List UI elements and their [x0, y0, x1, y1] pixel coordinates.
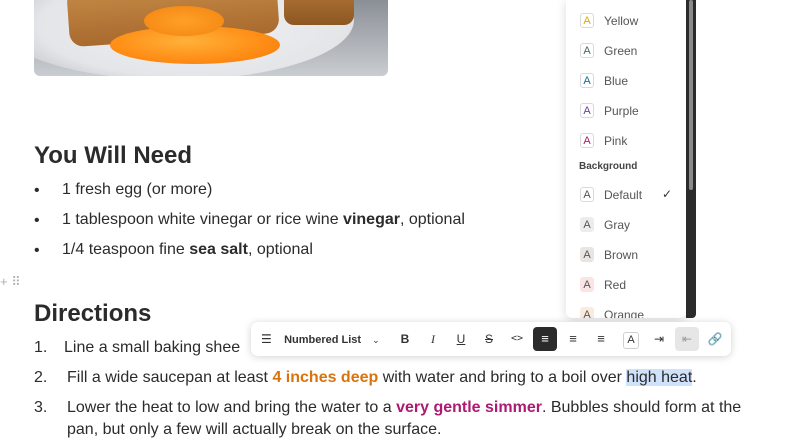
bullet-icon: • [34, 242, 40, 259]
bold-button[interactable]: B [393, 327, 417, 351]
list-item-text: Fill a wide saucepan at least [67, 369, 273, 386]
formatting-toolbar: ☰ Numbered List ⌄ B I U S <> ≡ ≡ ≡ A ⇥ ⇤… [251, 322, 731, 356]
menu-item-text-blue[interactable]: A Blue [566, 66, 686, 96]
list-item-text-suffix: , optional [247, 241, 313, 258]
block-drag-handle[interactable]: + ⠿ [0, 274, 21, 290]
block-type-label: Numbered List [284, 334, 362, 346]
list-item-text: Lower the heat to low and bring the wate… [67, 399, 397, 416]
list-item-text: 1 fresh egg (or more) [62, 181, 213, 198]
align-right-button[interactable]: ≡ [589, 327, 613, 351]
list-item-text-suffix: , optional [399, 211, 465, 228]
menu-scrollbar-thumb[interactable] [689, 0, 693, 190]
list-number: 3. [34, 399, 48, 416]
list-item-text-suffix: . Bubbles should form at the [541, 399, 742, 416]
color-swatch: A [580, 187, 594, 202]
menu-item-text-green[interactable]: A Green [566, 36, 686, 66]
numbered-list-icon: ☰ [261, 332, 272, 346]
underline-button[interactable]: U [449, 327, 473, 351]
menu-item-label: Brown [604, 248, 639, 262]
menu-item-label: Pink [604, 134, 628, 148]
align-left-icon: ≡ [541, 331, 549, 346]
menu-item-label: Yellow [604, 14, 639, 28]
list-item: 2. Fill a wide saucepan at least 4 inche… [34, 369, 774, 391]
menu-item-bg-gray[interactable]: A Gray [566, 210, 686, 240]
align-center-button[interactable]: ≡ [561, 327, 585, 351]
color-swatch: A [580, 217, 594, 232]
indent-icon: ⇥ [653, 332, 665, 346]
menu-item-bg-brown[interactable]: A Brown [566, 240, 686, 270]
color-swatch: A [580, 103, 594, 118]
menu-item-label: Orange [604, 308, 645, 318]
menu-item-text-pink[interactable]: A Pink [566, 126, 686, 156]
chevron-down-icon: ⌄ [372, 335, 380, 345]
bullet-icon: • [34, 182, 40, 199]
color-swatch: A [580, 247, 594, 262]
link-icon: 🔗 [707, 332, 723, 346]
list-number: 2. [34, 369, 48, 386]
list-item-text-suffix: . [692, 369, 697, 386]
strikethrough-button[interactable]: S [477, 327, 501, 351]
indent-button[interactable]: ⇥ [647, 327, 671, 351]
align-left-button[interactable]: ≡ [533, 327, 557, 351]
section-heading-you-will-need: You Will Need [34, 142, 193, 169]
list-item-text: 1/4 teaspoon fine [62, 241, 190, 258]
list-item-bold-text: sea salt [189, 241, 248, 258]
align-center-icon: ≡ [569, 331, 577, 346]
menu-item-bg-orange[interactable]: A Orange [566, 300, 686, 318]
text-color-icon: A [623, 332, 639, 349]
food-photo [34, 0, 388, 76]
list-item: 3. Lower the heat to low and bring the w… [34, 399, 790, 443]
menu-item-bg-default[interactable]: A Default ✓ [566, 180, 686, 210]
selected-text[interactable]: high heat [626, 369, 693, 386]
list-number: 1. [34, 339, 48, 356]
block-type-dropdown[interactable]: ☰ Numbered List ⌄ [261, 327, 380, 351]
list-item-text: 1 tablespoon white vinegar or rice wine [62, 211, 344, 228]
color-swatch: A [580, 73, 594, 88]
list-item-bold-text: vinegar [343, 211, 400, 228]
align-right-icon: ≡ [597, 331, 605, 346]
menu-item-bg-red[interactable]: A Red [566, 270, 686, 300]
checkmark-icon: ✓ [662, 187, 673, 201]
purple-highlight-text: very gentle simmer [396, 399, 542, 416]
color-menu: A Yellow A Green A Blue A Purple A Pink … [566, 0, 686, 318]
menu-item-label: Green [604, 44, 638, 58]
menu-section-heading: Background [579, 161, 638, 172]
list-item-text: Line a small baking shee [64, 339, 241, 356]
menu-item-label: Gray [604, 218, 631, 232]
color-swatch: A [580, 43, 594, 58]
italic-button[interactable]: I [421, 327, 445, 351]
text-color-button[interactable]: A [619, 327, 643, 351]
orange-highlight-text: 4 inches deep [272, 369, 379, 386]
menu-item-label: Default [604, 188, 643, 202]
menu-item-text-yellow[interactable]: A Yellow [566, 6, 686, 36]
section-heading-directions: Directions [34, 300, 152, 327]
menu-item-text-purple[interactable]: A Purple [566, 96, 686, 126]
list-item-text-line2: pan, but only a few will actually break … [67, 421, 442, 438]
color-swatch: A [580, 307, 594, 318]
bullet-icon: • [34, 212, 40, 229]
menu-item-label: Purple [604, 104, 639, 118]
color-swatch: A [580, 13, 594, 28]
menu-item-label: Blue [604, 74, 629, 88]
outdent-button[interactable]: ⇤ [675, 327, 699, 351]
list-item: 1. Line a small baking shee [34, 339, 264, 361]
color-swatch: A [580, 133, 594, 148]
menu-item-label: Red [604, 278, 627, 292]
color-swatch: A [580, 277, 594, 292]
outdent-icon: ⇤ [681, 332, 693, 346]
code-button[interactable]: <> [505, 327, 529, 351]
list-item-text-middle: with water and bring to a boil over [378, 369, 627, 386]
link-button[interactable]: 🔗 [703, 327, 727, 351]
